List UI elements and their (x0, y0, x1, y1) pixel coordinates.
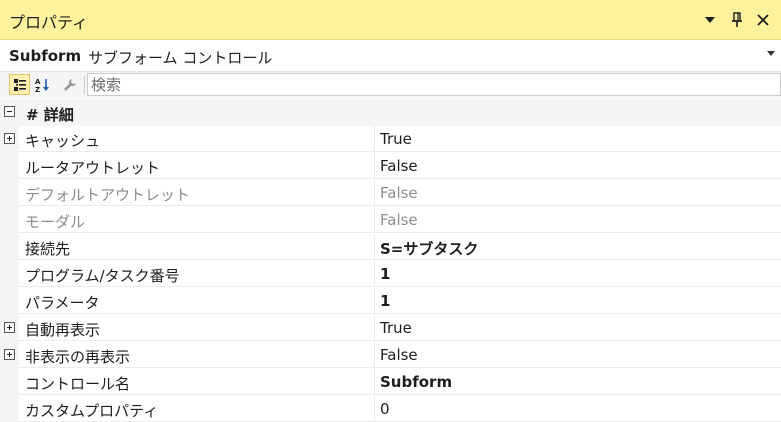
properties-panel: プロパティ Subform サブフォーム コントロール A Z 検索 # 詳細 … (0, 0, 781, 422)
property-row[interactable]: プログラム/タスク番号 1 (0, 261, 781, 288)
property-row[interactable]: 接続先 S=サブタスク (0, 234, 781, 261)
pin-icon[interactable] (727, 9, 747, 31)
property-rows: キャッシュ True ルータアウトレット False デフォルトアウトレット False モ… (0, 126, 781, 422)
property-value[interactable]: 1 (375, 261, 781, 287)
row-gutter (0, 369, 19, 396)
category-row[interactable]: # 詳細 (0, 99, 781, 126)
property-value[interactable]: Subform (375, 369, 781, 395)
property-row[interactable]: ルータアウトレット False (0, 153, 781, 180)
row-gutter (0, 180, 19, 207)
categorized-icon[interactable] (9, 74, 30, 95)
close-icon[interactable] (753, 9, 773, 31)
object-name: Subform (9, 47, 82, 65)
property-row[interactable]: カスタムプロパティ 0 (0, 396, 781, 422)
svg-text:Z: Z (35, 86, 40, 93)
property-name: コントロール名 (19, 369, 375, 395)
search-input[interactable] (88, 74, 780, 95)
property-name: カスタムプロパティ (19, 396, 375, 422)
property-name: デフォルトアウトレット (19, 180, 375, 206)
row-gutter (0, 288, 19, 315)
property-name: パラメータ (19, 288, 375, 314)
expand-icon[interactable] (4, 322, 15, 333)
property-name: プログラム/タスク番号 (19, 261, 375, 287)
property-value[interactable]: False (375, 342, 781, 368)
object-selector[interactable]: Subform サブフォーム コントロール (0, 40, 781, 72)
collapse-icon[interactable] (4, 106, 15, 117)
title-bar: プロパティ (0, 0, 781, 40)
property-value[interactable]: 1 (375, 288, 781, 314)
property-row[interactable]: 自動再表示 True (0, 315, 781, 342)
search-box[interactable] (87, 73, 781, 96)
property-value: False (375, 180, 781, 206)
property-name: 自動再表示 (19, 315, 375, 341)
property-row[interactable]: 非表示の再表示 False (0, 342, 781, 369)
property-name: モーダル (19, 207, 375, 233)
property-value[interactable]: S=サブタスク (375, 234, 781, 260)
property-row[interactable]: キャッシュ True (0, 126, 781, 153)
row-gutter (0, 261, 19, 288)
property-value[interactable]: True (375, 315, 781, 341)
row-gutter (0, 234, 19, 261)
chevron-down-icon[interactable] (767, 50, 775, 60)
expand-icon[interactable] (4, 133, 15, 144)
row-gutter (0, 207, 19, 234)
row-gutter (0, 153, 19, 180)
window-title: プロパティ (9, 13, 89, 32)
row-gutter (0, 126, 19, 153)
property-row[interactable]: モーダル False (0, 207, 781, 234)
toolbar: A Z (0, 72, 781, 98)
property-name: 非表示の再表示 (19, 342, 375, 368)
row-gutter (0, 396, 19, 422)
property-name: 接続先 (19, 234, 375, 260)
alphabetical-icon[interactable]: A Z (32, 74, 53, 95)
svg-text:A: A (35, 78, 41, 86)
row-gutter (0, 342, 19, 369)
row-gutter (0, 315, 19, 342)
property-row[interactable]: コントロール名 Subform (0, 369, 781, 396)
property-name: ルータアウトレット (19, 153, 375, 179)
property-pages-icon[interactable] (59, 74, 80, 95)
object-type: サブフォーム コントロール (88, 49, 273, 67)
dropdown-arrow-icon[interactable] (700, 9, 720, 31)
property-value[interactable]: True (375, 126, 781, 152)
toolbar-separator (84, 76, 85, 94)
property-value[interactable]: 0 (375, 396, 781, 422)
category-label: # 詳細 (26, 106, 74, 124)
property-name: キャッシュ (19, 126, 375, 152)
expand-icon[interactable] (4, 349, 15, 360)
property-value[interactable]: False (375, 153, 781, 179)
property-value: False (375, 207, 781, 233)
property-row[interactable]: デフォルトアウトレット False (0, 180, 781, 207)
property-row[interactable]: パラメータ 1 (0, 288, 781, 315)
property-grid: # 詳細 キャッシュ True ルータアウトレット False デフォルトアウトレット F… (0, 99, 781, 422)
